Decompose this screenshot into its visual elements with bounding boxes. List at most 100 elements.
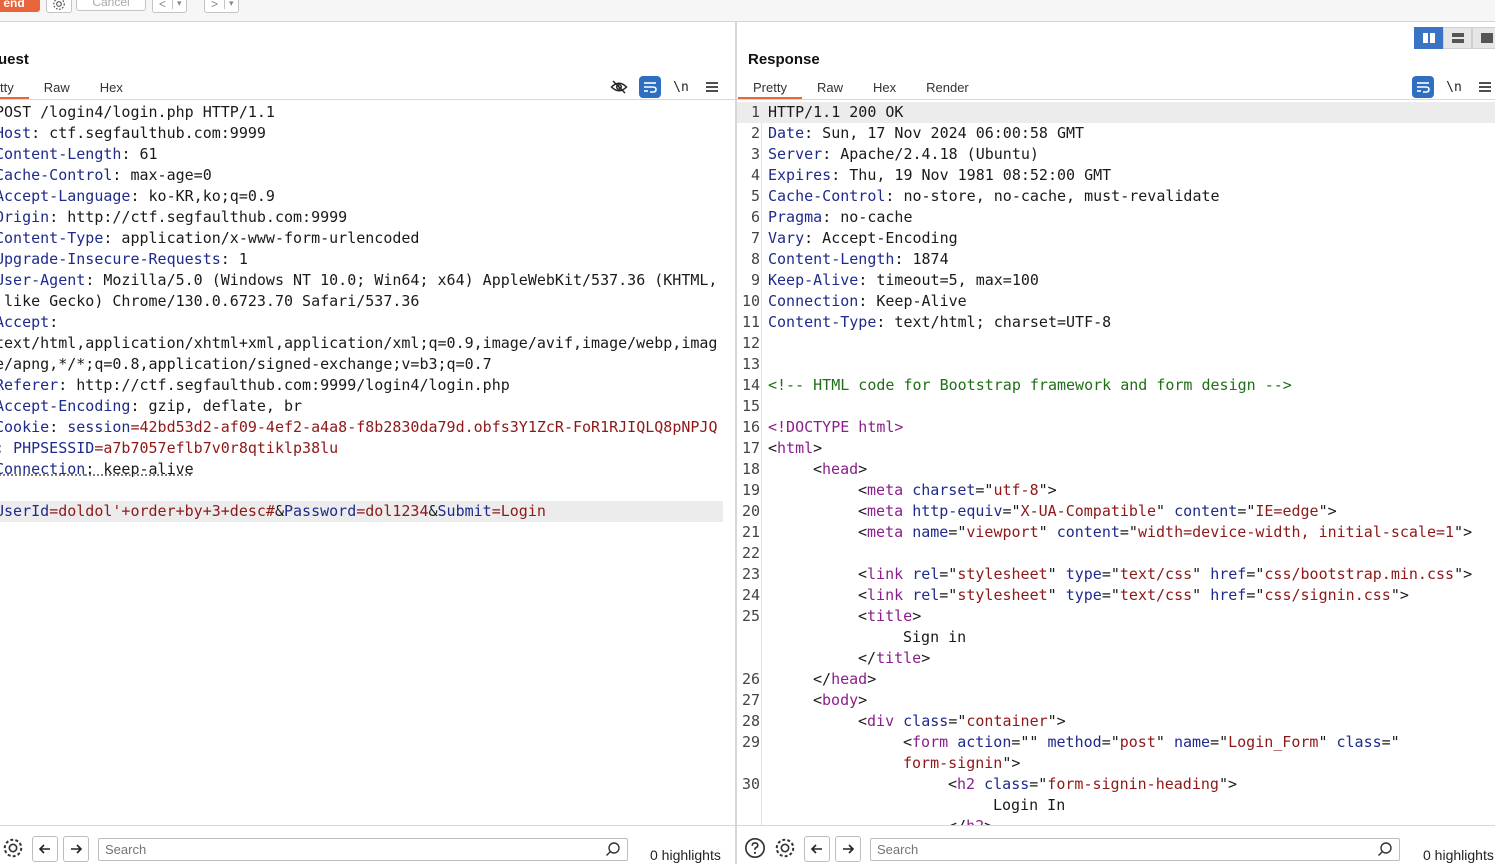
response-line: 5 Cache-Control: no-store, no-cache, must…: [737, 186, 1495, 207]
response-line-code: Server: Apache/2.4.18 (Ubuntu): [768, 144, 1039, 165]
chevron-down-icon[interactable]: ▾: [172, 0, 186, 9]
search-icon: [1378, 842, 1392, 856]
line-number: 11: [741, 313, 760, 331]
code-token: class: [903, 712, 949, 730]
code-token: =": [975, 481, 994, 499]
chevron-down-icon[interactable]: ▾: [224, 0, 238, 9]
response-line-code: Vary: Accept-Encoding: [768, 228, 958, 249]
request-search-next-button[interactable]: [63, 836, 89, 862]
response-line: 11 Content-Type: text/html; charset=UTF-8: [737, 312, 1495, 333]
tab-raw[interactable]: Raw: [29, 79, 85, 99]
response-line: 12: [737, 333, 1495, 354]
code-token: stylesheet: [957, 565, 1048, 583]
editor-menu-button[interactable]: [701, 76, 723, 98]
code-token: ": [1155, 733, 1174, 751]
request-line: Accept:: [0, 312, 735, 333]
line-number: 29: [741, 733, 760, 751]
request-line-code: like Gecko) Chrome/130.0.6723.70 Safari/…: [0, 291, 419, 312]
response-search-settings-button[interactable]: [773, 836, 797, 860]
hide-nonprintable-button[interactable]: [608, 76, 630, 98]
code-token: form: [912, 733, 949, 751]
line-number: 10: [741, 292, 760, 310]
response-html-line: </title>: [737, 648, 1495, 669]
header-name: Content-Length: [768, 250, 895, 268]
editor-menu-button[interactable]: [1474, 76, 1495, 98]
header-value: : gzip, deflate, br: [130, 397, 303, 415]
line-number: 26: [741, 670, 760, 688]
response-search-next-button[interactable]: [835, 836, 861, 862]
cancel-button[interactable]: Cancel: [76, 0, 146, 11]
show-newlines-button[interactable]: \n: [670, 76, 692, 98]
code-token: action: [957, 733, 1012, 751]
response-line: 13: [737, 354, 1495, 375]
header-value: : http://ctf.segfaulthub.com:9999: [49, 208, 348, 226]
header-value: : application/x-www-form-urlencoded: [103, 229, 420, 247]
response-html-code: <link rel="stylesheet" type="text/css" h…: [768, 585, 1409, 606]
header-name: Origin: [0, 208, 50, 226]
request-search-input[interactable]: [99, 839, 534, 860]
response-html-line: 24 <link rel="stylesheet" type="text/css"…: [737, 585, 1495, 606]
wrap-lines-button[interactable]: [639, 76, 661, 98]
response-line: 8 Content-Length: 1874: [737, 249, 1495, 270]
request-line: Origin: http://ctf.segfaulthub.com:9999: [0, 207, 735, 228]
header-name: Accept: [0, 313, 50, 331]
request-line-code: Content-Type: application/x-www-form-url…: [0, 228, 419, 249]
response-search-input[interactable]: [871, 839, 1306, 860]
code-token: <: [858, 481, 868, 499]
code-token: <!-- HTML code for Bootstrap framework a…: [768, 376, 1292, 394]
request-line-code: Referer: http://ctf.segfaulthub.com:9999…: [0, 375, 510, 396]
response-line: 3 Server: Apache/2.4.18 (Ubuntu): [737, 144, 1495, 165]
history-back-button[interactable]: < ▾: [152, 0, 187, 13]
settings-gear-button[interactable]: [46, 0, 72, 13]
header-name: Pragma: [768, 208, 823, 226]
wrap-lines-button[interactable]: [1412, 76, 1434, 98]
response-line: 9 Keep-Alive: timeout=5, max=100: [737, 270, 1495, 291]
code-token: class: [984, 775, 1030, 793]
response-search-prev-button[interactable]: [804, 836, 830, 862]
header-value: : no-store, no-cache, must-revalidate: [885, 187, 1220, 205]
response-editor[interactable]: 1 HTTP/1.1 200 OK 2 Date: Sun, 17 Nov 2024 …: [737, 102, 1495, 826]
code-token: >: [867, 670, 877, 688]
response-html-code: <meta charset="utf-8">: [768, 480, 1057, 501]
header-name: Connection: [768, 292, 859, 310]
tab-pretty[interactable]: Pretty: [738, 79, 802, 99]
request-search-settings-button[interactable]: [1, 836, 25, 860]
request-line-cookie-cont: ; PHPSESSID=a7b7057eflb7v0r8qtiklp38lu: [0, 439, 339, 457]
code-token: method: [1047, 733, 1102, 751]
send-button[interactable]: end: [0, 0, 40, 12]
code-token: Sign in: [903, 628, 967, 646]
tab-hex[interactable]: Hex: [858, 79, 911, 99]
response-html-line: form-signin">: [737, 753, 1495, 774]
header-name: Content-Type: [0, 229, 104, 247]
response-help-button[interactable]: [743, 836, 767, 860]
code-token: >: [858, 460, 868, 478]
code-token: =": [1210, 733, 1229, 751]
response-pane: Response Pretty Raw Hex Render \n 1 HTTP/…: [737, 22, 1495, 864]
request-search-prev-button[interactable]: [32, 836, 58, 862]
history-forward-button[interactable]: > ▾: [204, 0, 239, 13]
code-token: <!DOCTYPE html>: [768, 418, 904, 436]
response-html-code: form-signin">: [768, 753, 1020, 774]
show-newlines-button[interactable]: \n: [1443, 76, 1465, 98]
response-html-code: Sign in: [768, 627, 966, 648]
code-token: text/css: [1119, 586, 1193, 604]
header-name: User-Agent: [0, 271, 86, 289]
tab-hex[interactable]: Hex: [85, 79, 138, 99]
header-value: : Sun, 17 Nov 2024 06:00:58 GMT: [804, 124, 1085, 142]
response-line-code: Connection: Keep-Alive: [768, 291, 967, 312]
tab-raw[interactable]: Raw: [802, 79, 858, 99]
response-line: 6 Pragma: no-cache: [737, 207, 1495, 228]
code-token: form-signin: [903, 754, 1003, 772]
request-editor[interactable]: POST /login4/login.php HTTP/1.1 Host: ctf…: [0, 102, 735, 826]
header-name: POST /login4/login.php HTTP/1.1: [0, 103, 275, 121]
line-number: 22: [741, 544, 760, 562]
tab-render[interactable]: Render: [911, 79, 984, 99]
header-name: Referer: [0, 376, 59, 394]
response-html-code: <!DOCTYPE html>: [768, 417, 903, 438]
request-title: uest: [0, 51, 29, 68]
header-name: Accept-Language: [0, 187, 131, 205]
tab-pretty[interactable]: tty: [0, 79, 29, 99]
response-html-code: <meta name="viewport" content="width=dev…: [768, 522, 1472, 543]
